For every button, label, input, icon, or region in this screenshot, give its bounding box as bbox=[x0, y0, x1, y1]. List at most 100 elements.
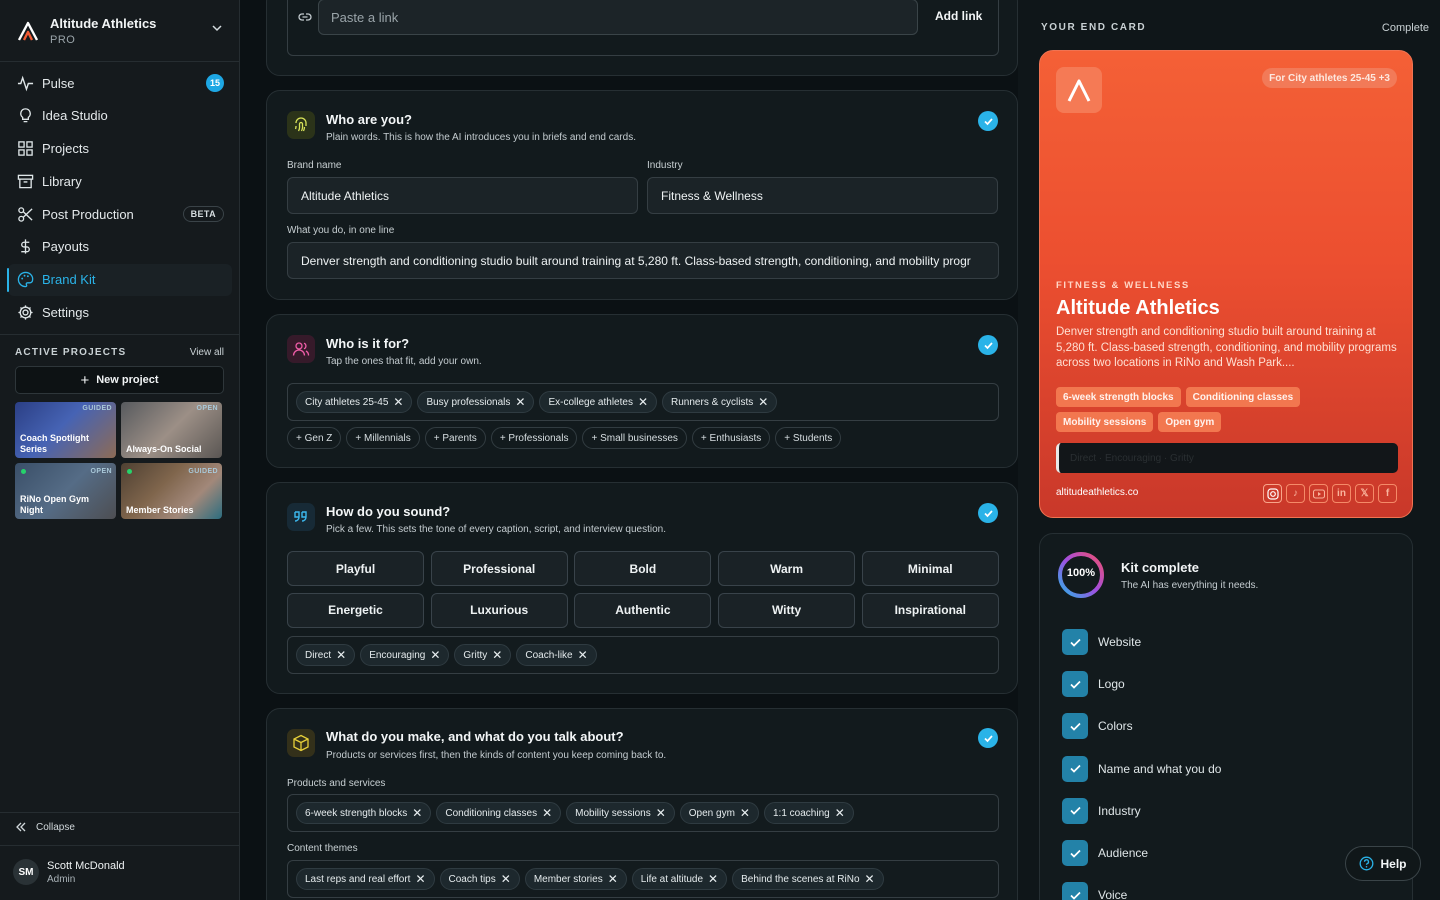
voice-chip-input[interactable]: Direct ✕ Encouraging ✕ Gritty ✕ Coach-like ✕ bbox=[287, 636, 999, 674]
tone-button[interactable]: Luxurious bbox=[430, 592, 568, 628]
scissors-icon bbox=[16, 205, 34, 223]
product-chip[interactable]: 1:1 coaching ✕ bbox=[763, 802, 854, 824]
tone-button[interactable]: Witty bbox=[718, 592, 856, 628]
workspace-name: Altitude Athletics bbox=[50, 15, 157, 31]
close-icon[interactable]: ✕ bbox=[412, 806, 422, 820]
theme-chip[interactable]: Behind the scenes at RiNo ✕ bbox=[732, 868, 884, 890]
collapse-button[interactable]: Collapse bbox=[15, 821, 75, 833]
end-card-status: Complete bbox=[1381, 22, 1429, 34]
project-card[interactable]: OPEN RiNo Open Gym Night bbox=[15, 463, 116, 519]
new-project-button[interactable]: + New project bbox=[15, 366, 224, 394]
products-chip-input[interactable]: 6-week strength blocks ✕ Conditioning cla… bbox=[287, 794, 999, 832]
link-box: Paste a link Add link bbox=[287, 0, 999, 56]
brand-logo-icon bbox=[1056, 67, 1102, 113]
close-icon[interactable]: ✕ bbox=[415, 872, 425, 886]
project-card[interactable]: GUIDED Coach Spotlight Series bbox=[15, 402, 116, 458]
nav-item-pulse[interactable]: Pulse 15 bbox=[8, 67, 232, 99]
tone-button[interactable]: Inspirational bbox=[861, 592, 999, 628]
tone-button[interactable]: Energetic bbox=[287, 592, 424, 628]
close-icon[interactable]: ✕ bbox=[336, 648, 346, 662]
close-icon[interactable]: ✕ bbox=[501, 872, 511, 886]
nav-item-library[interactable]: Library bbox=[8, 165, 232, 197]
product-chip[interactable]: Mobility sessions ✕ bbox=[566, 802, 675, 824]
nav-item-payouts[interactable]: Payouts bbox=[8, 231, 232, 263]
grid-icon bbox=[16, 140, 34, 158]
suggestion-chip[interactable]: + Enthusiasts bbox=[691, 427, 771, 449]
tone-button[interactable]: Playful bbox=[287, 551, 424, 586]
tone-button[interactable]: Minimal bbox=[861, 551, 999, 586]
close-icon[interactable]: ✕ bbox=[708, 872, 718, 886]
tone-button[interactable]: Bold bbox=[574, 551, 712, 586]
close-icon[interactable]: ✕ bbox=[835, 806, 845, 820]
plus-icon: + bbox=[80, 371, 90, 389]
brand-name-field[interactable]: Altitude Athletics bbox=[287, 177, 638, 214]
kit-item: Industry bbox=[1062, 790, 1221, 832]
nav-item-post-production[interactable]: Post Production BETA bbox=[8, 198, 232, 230]
audience-chip-input[interactable]: City athletes 25-45 ✕ Busy professionals ✕… bbox=[287, 383, 999, 421]
voice-chip[interactable]: Coach-like ✕ bbox=[516, 644, 597, 666]
voice-chip[interactable]: Gritty ✕ bbox=[454, 644, 512, 666]
add-link-button[interactable]: Add link bbox=[935, 9, 982, 23]
suggestion-chip[interactable]: + Gen Z bbox=[287, 427, 342, 449]
close-icon[interactable]: ✕ bbox=[608, 872, 618, 886]
one-line-field[interactable]: Denver strength and conditioning studio … bbox=[287, 242, 999, 279]
project-card[interactable]: OPEN Always-On Social bbox=[121, 402, 222, 458]
close-icon[interactable]: ✕ bbox=[578, 648, 588, 662]
close-icon[interactable]: ✕ bbox=[542, 806, 552, 820]
audience-chip[interactable]: City athletes 25-45 ✕ bbox=[296, 391, 413, 413]
tone-button[interactable]: Authentic bbox=[574, 592, 712, 628]
close-icon[interactable]: ✕ bbox=[515, 395, 525, 409]
kit-item: Colors bbox=[1062, 705, 1221, 747]
chevron-down-icon[interactable] bbox=[211, 22, 223, 34]
close-icon[interactable]: ✕ bbox=[656, 806, 666, 820]
nav-item-projects[interactable]: Projects bbox=[8, 133, 232, 165]
audience-chip[interactable]: Ex-college athletes ✕ bbox=[539, 391, 658, 413]
audience-chip[interactable]: Busy professionals ✕ bbox=[417, 391, 535, 413]
nav-label: Pulse bbox=[42, 75, 75, 91]
close-icon[interactable]: ✕ bbox=[758, 395, 768, 409]
view-all-link[interactable]: View all bbox=[190, 347, 224, 358]
nav-item-settings[interactable]: Settings bbox=[8, 297, 232, 329]
tone-button[interactable]: Warm bbox=[718, 551, 856, 586]
workspace-switcher[interactable]: Altitude Athletics PRO bbox=[0, 0, 239, 62]
suggestion-chip[interactable]: + Professionals bbox=[490, 427, 578, 449]
themes-chip-input[interactable]: Last reps and real effort ✕ Coach tips ✕ M… bbox=[287, 860, 999, 898]
suggestion-chip[interactable]: + Parents bbox=[424, 427, 486, 449]
close-icon[interactable]: ✕ bbox=[865, 872, 875, 886]
close-icon[interactable]: ✕ bbox=[430, 648, 440, 662]
nav-item-idea-studio[interactable]: Idea Studio bbox=[8, 100, 232, 132]
close-icon[interactable]: ✕ bbox=[638, 395, 648, 409]
theme-chip[interactable]: Coach tips ✕ bbox=[439, 868, 520, 890]
avatar: SM bbox=[13, 859, 39, 885]
section-subtitle: Plain words. This is how the AI introduc… bbox=[326, 132, 636, 143]
active-projects-title: ACTIVE PROJECTS bbox=[15, 347, 127, 358]
product-chip[interactable]: Open gym ✕ bbox=[679, 802, 759, 824]
tone-button[interactable]: Professional bbox=[430, 551, 568, 586]
user-menu[interactable]: SM Scott McDonald Admin bbox=[13, 859, 125, 885]
chip-label: Open gym bbox=[688, 807, 735, 819]
audience-chip[interactable]: Runners & cyclists ✕ bbox=[662, 391, 778, 413]
theme-chip[interactable]: Member stories ✕ bbox=[524, 868, 627, 890]
sidebar-divider bbox=[0, 334, 239, 335]
theme-chip[interactable]: Life at altitude ✕ bbox=[631, 868, 728, 890]
live-dot bbox=[127, 469, 132, 474]
checkbox-checked-icon bbox=[1062, 882, 1088, 900]
suggestion-chip[interactable]: + Small businesses bbox=[582, 427, 687, 449]
product-chip[interactable]: Conditioning classes ✕ bbox=[436, 802, 562, 824]
suggestion-chip[interactable]: + Millennials bbox=[346, 427, 420, 449]
beta-badge: BETA bbox=[182, 206, 224, 223]
close-icon[interactable]: ✕ bbox=[740, 806, 750, 820]
voice-chip[interactable]: Direct ✕ bbox=[296, 644, 356, 666]
product-chip[interactable]: 6-week strength blocks ✕ bbox=[296, 802, 432, 824]
close-icon[interactable]: ✕ bbox=[492, 648, 502, 662]
close-icon[interactable]: ✕ bbox=[393, 395, 403, 409]
chip-label: City athletes 25-45 bbox=[305, 396, 389, 408]
nav-item-brand-kit[interactable]: Brand Kit bbox=[7, 263, 232, 296]
suggestion-chip[interactable]: + Students bbox=[775, 427, 842, 449]
industry-field[interactable]: Fitness & Wellness bbox=[647, 177, 998, 214]
link-input[interactable]: Paste a link bbox=[318, 0, 918, 35]
project-card[interactable]: GUIDED Member Stories bbox=[121, 463, 222, 519]
help-button[interactable]: Help bbox=[1345, 846, 1421, 881]
theme-chip[interactable]: Last reps and real effort ✕ bbox=[296, 868, 435, 890]
voice-chip[interactable]: Encouraging ✕ bbox=[360, 644, 450, 666]
